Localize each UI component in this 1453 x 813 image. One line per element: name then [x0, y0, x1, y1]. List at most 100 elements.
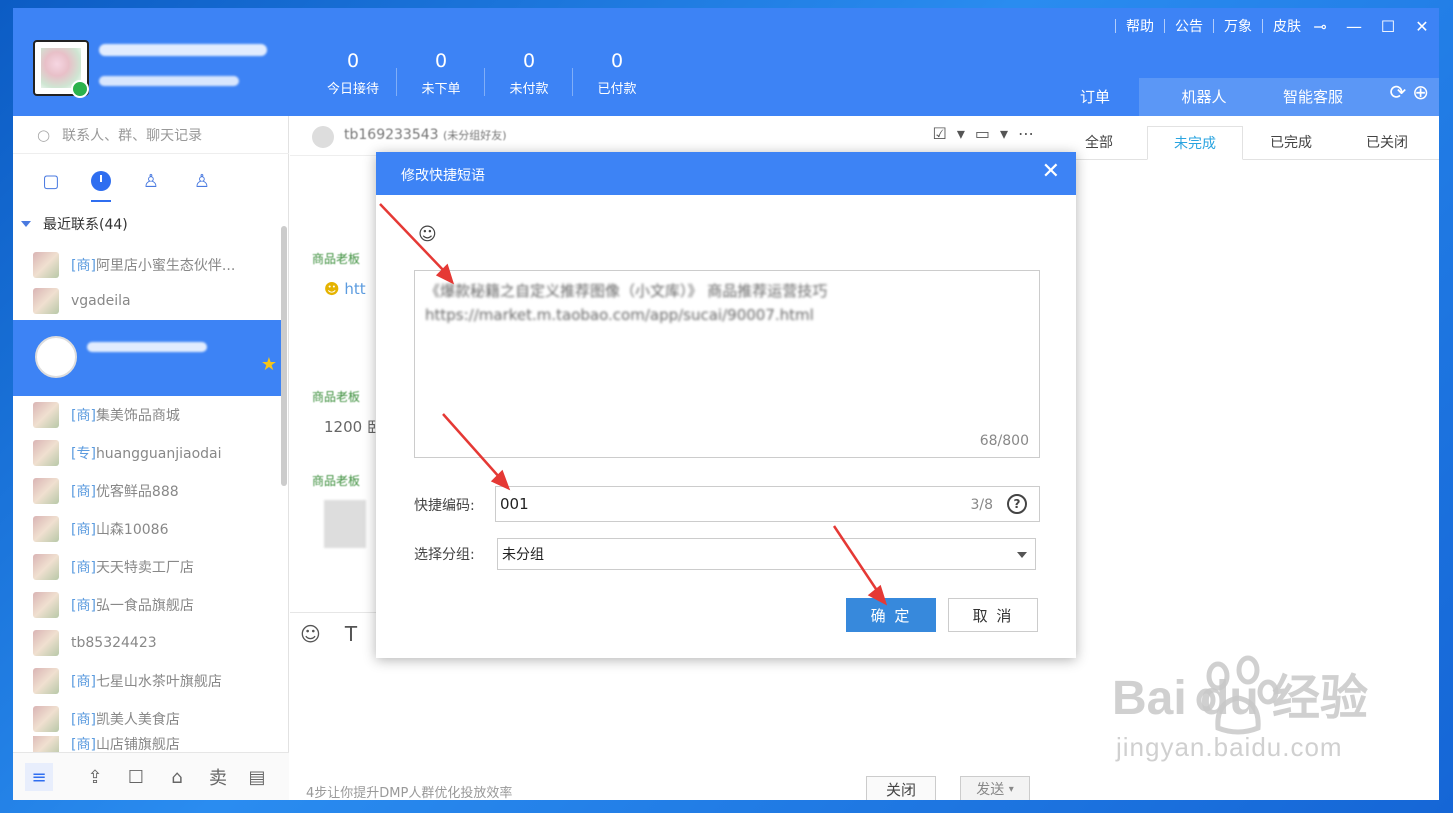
emoji-icon[interactable]: ☺ — [300, 622, 321, 646]
contact-tabs: ▢ ♙ ♙ — [13, 158, 289, 202]
store-icon[interactable]: ⌂ — [163, 763, 191, 791]
maximize-icon[interactable]: ☐ — [1371, 14, 1405, 38]
list-item[interactable]: [商]优客鲜品888 — [13, 472, 281, 510]
sell-icon[interactable]: 卖 — [204, 763, 232, 791]
recent-group-header[interactable]: 最近联系(44) — [21, 214, 128, 234]
chat-header-icons: ☑ ▾ ▭ ▾ ⋯ — [932, 124, 1034, 143]
avatar — [33, 478, 59, 504]
add-circle-icon[interactable]: ⊕ — [1412, 80, 1429, 104]
code-counter: 3/8 — [970, 497, 993, 513]
menu-skin[interactable]: 皮肤 — [1271, 16, 1303, 36]
dialog-close-icon[interactable]: ✕ — [1042, 161, 1060, 183]
cancel-button[interactable]: 取 消 — [948, 598, 1038, 632]
close-icon[interactable]: ✕ — [1405, 14, 1439, 38]
help-icon[interactable]: ? — [1007, 494, 1027, 514]
search-bar[interactable]: ○ 联系人、群、聊天记录 — [13, 116, 289, 154]
message-sender: 商品老板 — [312, 474, 361, 488]
person-icon[interactable]: ♙ — [138, 168, 164, 194]
caret-down-icon — [1017, 552, 1027, 558]
chevron-down-icon[interactable]: ▾ — [957, 124, 965, 143]
list-item[interactable]: [商]弘一食品旗舰店 — [13, 586, 281, 624]
menu-icon[interactable]: ≡ — [25, 763, 53, 791]
stat-unpaid[interactable]: 0 未付款 — [485, 50, 573, 98]
left-bottom-toolbar: ≡ ⇪ ☐ ⌂ 卖 ▤ — [13, 752, 289, 800]
layout-icon[interactable]: ▤ — [243, 763, 271, 791]
minimize-icon[interactable]: — — [1337, 14, 1371, 38]
chat-contact-name: tb169233543 — [344, 127, 439, 143]
avatar — [33, 736, 59, 752]
chat-close-button[interactable]: 关闭 — [866, 776, 936, 800]
selected-contact[interactable]: ★ — [13, 320, 281, 396]
chat-contact-sub: (未分组好友) — [443, 129, 507, 142]
list-item[interactable]: vgadeila — [13, 282, 281, 320]
message-sender: 商品老板 — [312, 252, 361, 266]
list-item[interactable]: [商]阿里店小蜜生态伙伴... — [13, 246, 281, 284]
list-item[interactable]: [商]七星山水茶叶旗舰店 — [13, 662, 281, 700]
subtab-completed[interactable]: 已完成 — [1243, 126, 1339, 160]
more-icon[interactable]: ⋯ — [1018, 124, 1034, 143]
emoji-icon[interactable]: ☺ — [418, 224, 437, 245]
avatar — [33, 554, 59, 580]
avatar — [312, 126, 334, 148]
list-item[interactable]: [专]huangguanjiaodai — [13, 434, 281, 472]
list-item[interactable]: [商]集美饰品商城 — [13, 396, 281, 434]
list-item[interactable]: [商]山森10086 — [13, 510, 281, 548]
subtab-closed[interactable]: 已关闭 — [1339, 126, 1435, 160]
group-label: 选择分组: — [414, 547, 475, 563]
tab-orders[interactable]: 订单 — [1051, 78, 1139, 116]
text-format-icon[interactable]: T — [345, 622, 357, 646]
char-counter: 68/800 — [979, 433, 1029, 449]
menu-wanxiang[interactable]: 万象 — [1222, 16, 1254, 36]
search-input[interactable]: 联系人、群、聊天记录 — [62, 125, 202, 145]
group-icon[interactable]: ♙ — [189, 168, 215, 194]
recent-clock-icon[interactable] — [88, 168, 114, 202]
baidu-paw-icon — [1196, 655, 1279, 735]
order-check-icon[interactable]: ☑ — [932, 124, 946, 143]
input-toolbar: ☺ T — [300, 622, 357, 646]
menu-notice[interactable]: 公告 — [1173, 16, 1205, 36]
tab-smart-service[interactable]: 智能客服 — [1263, 78, 1363, 116]
promo-text[interactable]: 4步让你提升DMP人群优化投放效率 — [306, 782, 512, 800]
list-item[interactable]: [商]天天特卖工厂店 — [13, 548, 281, 586]
list-item[interactable]: tb85324423 — [13, 624, 281, 662]
stat-not-ordered[interactable]: 0 未下单 — [397, 50, 485, 98]
code-label: 快捷编码: — [414, 498, 475, 514]
inbox-icon[interactable]: ☐ — [122, 763, 150, 791]
export-icon[interactable]: ⇪ — [81, 763, 109, 791]
pin-icon[interactable]: ⊸ — [1303, 14, 1337, 38]
chat-bubble-icon[interactable]: ▢ — [38, 168, 64, 194]
confirm-button[interactable]: 确 定 — [846, 598, 936, 632]
phrase-content-textarea[interactable]: 《爆款秘籍之自定义推荐图像（小文库）》 商品推荐运营技巧 https://mar… — [414, 270, 1040, 458]
edit-quick-phrase-dialog: 修改快捷短语 ✕ ☺ 《爆款秘籍之自定义推荐图像（小文库）》 商品推荐运营技巧 … — [376, 152, 1076, 658]
tab-robot[interactable]: 机器人 — [1159, 78, 1249, 116]
contact-panel: ○ 联系人、群、聊天记录 ▢ ♙ ♙ 最近联系(44) [商]阿里店小蜜生态伙伴… — [13, 116, 289, 800]
star-icon[interactable]: ★ — [261, 354, 277, 375]
refresh-icon[interactable]: ⟳ — [1389, 80, 1406, 104]
contact-name-blurred — [87, 342, 207, 352]
caret-down-icon — [21, 221, 31, 227]
avatar — [33, 592, 59, 618]
online-status-icon — [71, 80, 89, 98]
stat-today-reception[interactable]: 0 今日接待 — [309, 50, 397, 98]
avatar — [33, 402, 59, 428]
group-select[interactable]: 未分组 — [497, 538, 1036, 570]
list-item[interactable]: [商]凯美人美食店 — [13, 700, 281, 738]
search-icon: ○ — [37, 125, 51, 144]
contact-scrollbar[interactable] — [281, 226, 287, 486]
list-item[interactable]: [商]山店铺旗舰店 — [13, 736, 281, 752]
message-bubble[interactable]: 1200 卧 — [324, 416, 382, 437]
message-image[interactable] — [324, 500, 366, 548]
top-menu: 帮助 公告 万象 皮肤 ⊸ — ☐ ✕ — [1107, 14, 1439, 38]
quick-code-input[interactable]: 001 3/8 ? — [495, 486, 1040, 522]
order-subtabs: 全部 未完成 已完成 已关闭 — [1051, 126, 1439, 160]
message-bubble[interactable]: ☻ htt — [324, 280, 366, 298]
video-icon[interactable]: ▭ — [975, 124, 990, 143]
subtab-incomplete[interactable]: 未完成 — [1147, 126, 1243, 160]
watermark-url: jingyan.baidu.com — [1116, 732, 1343, 762]
avatar — [33, 252, 59, 278]
menu-help[interactable]: 帮助 — [1124, 16, 1156, 36]
stat-paid[interactable]: 0 已付款 — [573, 50, 661, 98]
dialog-header: 修改快捷短语 ✕ — [376, 152, 1076, 195]
chevron-down-icon[interactable]: ▾ — [1000, 124, 1008, 143]
send-button[interactable]: 发送 ▾ — [960, 776, 1030, 800]
